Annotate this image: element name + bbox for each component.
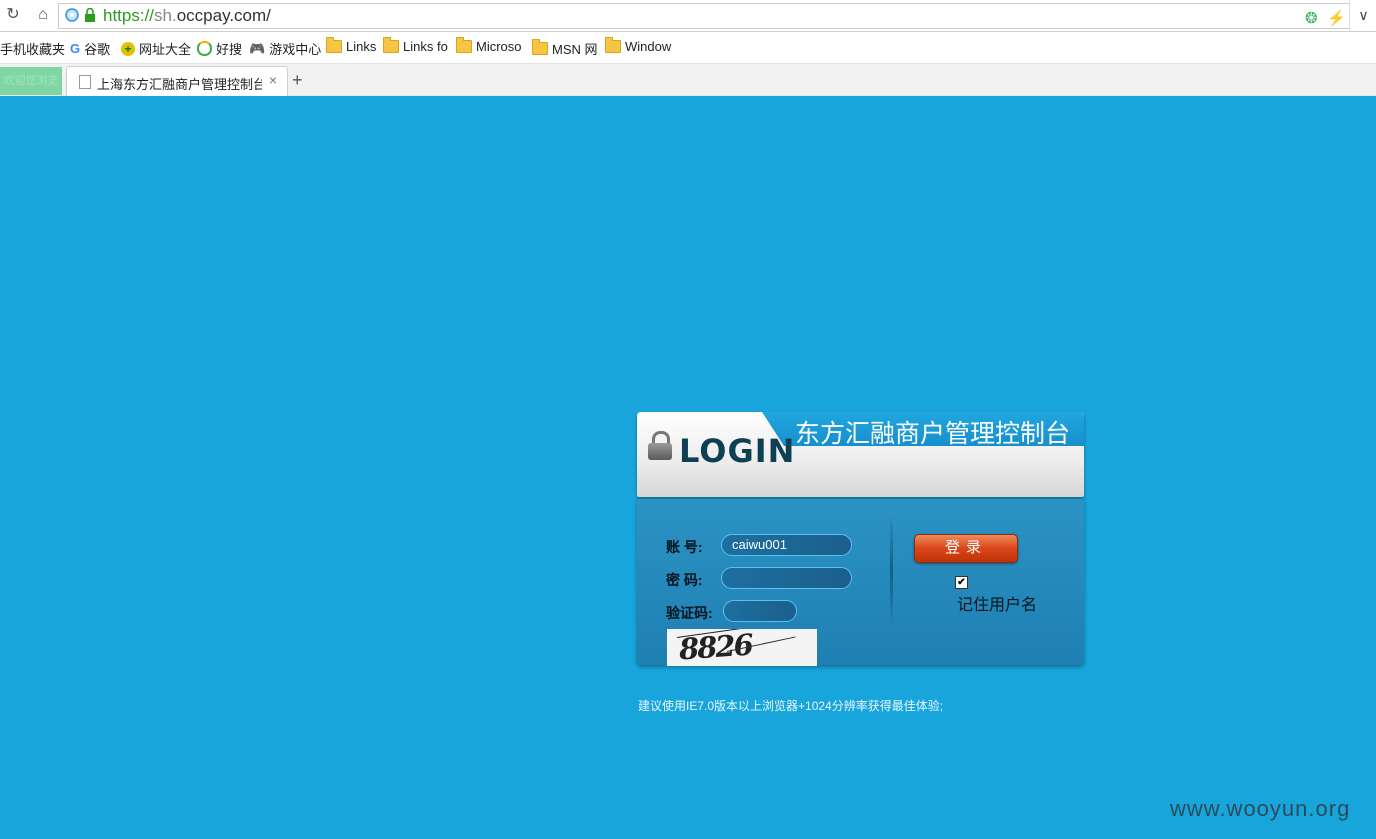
site-globe-icon [65, 8, 79, 22]
bookmark-mobile[interactable]: 手机收藏夹 [0, 39, 65, 58]
folder-icon [605, 37, 621, 53]
login-button[interactable]: 登录 [914, 534, 1018, 563]
form-divider [890, 515, 893, 627]
bookmark-label: Links [346, 39, 377, 54]
speed-icon[interactable]: ❂ [1305, 9, 1318, 27]
close-icon[interactable]: × [269, 72, 277, 88]
lock-icon [648, 431, 672, 461]
url-field[interactable]: https://sh.occpay.com/ ❂ ⚡ [58, 3, 1350, 29]
tab-welcome[interactable]: 欢迎您浏览 [0, 67, 62, 95]
remember-label: 记住用户名 [957, 597, 1038, 614]
new-tab-button[interactable]: + [292, 70, 303, 91]
home-icon[interactable]: ⌂ [32, 5, 54, 25]
chevron-down-icon[interactable]: ∨ [1349, 0, 1376, 31]
bookmark-hao123[interactable]: + 网址大全 [121, 39, 191, 58]
account-label: 账 号: [666, 539, 703, 555]
password-label: 密 码: [666, 572, 703, 588]
bookmark-label: Microso [476, 39, 522, 54]
bookmark-label: MSN 网 [552, 42, 598, 57]
plus-icon: + [121, 41, 135, 56]
bookmark-links-for[interactable]: Links fo [383, 37, 448, 54]
bookmark-label: 好搜 [216, 42, 243, 57]
folder-icon [326, 37, 342, 53]
watermark: www.wooyun.org [1170, 796, 1351, 821]
captcha-input[interactable] [723, 600, 797, 622]
bookmark-game-center[interactable]: 🎮 游戏中心 [249, 39, 321, 58]
login-header: 东方汇融商户管理控制台 LOGIN [637, 412, 1084, 497]
address-bar: ↻ ⌂ https://sh.occpay.com/ ❂ ⚡ ∨ [0, 0, 1376, 32]
folder-icon [456, 37, 472, 53]
login-form: 账 号: 密 码: 验证码: 8826 登录 ✔ 记住用户名 [637, 499, 1084, 666]
bookmark-label: 谷歌 [84, 42, 111, 57]
page-content: 东方汇融商户管理控制台 LOGIN 账 号: 密 码: 验证码: 8826 登录… [0, 96, 1376, 839]
bookmark-microsoft[interactable]: Microso [456, 37, 522, 54]
page-icon [79, 75, 91, 89]
bookmark-label: 游戏中心 [269, 42, 322, 57]
account-input[interactable] [721, 534, 852, 556]
remember-checkbox[interactable]: ✔ [955, 576, 968, 589]
console-title: 东方汇融商户管理控制台 [795, 420, 1071, 448]
bookmark-label: Links fo [403, 39, 448, 54]
bookmark-label: Window [625, 39, 672, 54]
bookmark-windows[interactable]: Window [605, 37, 672, 54]
tab-active[interactable]: 上海东方汇融商户管理控制台 § × [66, 66, 288, 97]
search-icon [197, 41, 212, 56]
login-panel: 东方汇融商户管理控制台 LOGIN 账 号: 密 码: 验证码: 8826 登录… [637, 412, 1084, 666]
folder-icon [383, 37, 399, 53]
lightning-icon[interactable]: ⚡ [1327, 9, 1346, 27]
url-text: https://sh.occpay.com/ [103, 6, 271, 26]
bookmark-haosou[interactable]: 好搜 [197, 39, 242, 58]
secure-lock-icon [85, 8, 95, 22]
url-subdomain: sh. [154, 6, 177, 25]
refresh-icon[interactable]: ↻ [2, 5, 24, 25]
bookmarks-bar: 手机收藏夹 G 谷歌 + 网址大全 好搜 🎮 游戏中心 Links Links … [0, 32, 1376, 64]
bookmark-msn[interactable]: MSN 网 [532, 39, 598, 58]
login-logo: LOGIN [679, 432, 796, 470]
tab-title: 上海东方汇融商户管理控制台 § [97, 77, 262, 92]
captcha-image[interactable]: 8826 [667, 629, 817, 666]
password-input[interactable] [721, 567, 852, 589]
tab-strip: 欢迎您浏览 上海东方汇融商户管理控制台 § × + [0, 64, 1376, 98]
url-scheme: https:// [103, 6, 155, 25]
browser-hint: 建议使用IE7.0版本以上浏览器+1024分辨率获得最佳体验; [638, 699, 944, 713]
bookmark-label: 手机收藏夹 [0, 42, 66, 57]
folder-icon [532, 39, 548, 55]
captcha-label: 验证码: [666, 605, 713, 621]
bookmark-label: 网址大全 [139, 42, 192, 57]
url-host: occpay.com/ [176, 6, 271, 25]
bookmark-google[interactable]: G 谷歌 [70, 39, 110, 58]
bookmark-links[interactable]: Links [326, 37, 377, 54]
gamepad-icon: 🎮 [249, 40, 266, 56]
google-icon: G [70, 41, 81, 56]
